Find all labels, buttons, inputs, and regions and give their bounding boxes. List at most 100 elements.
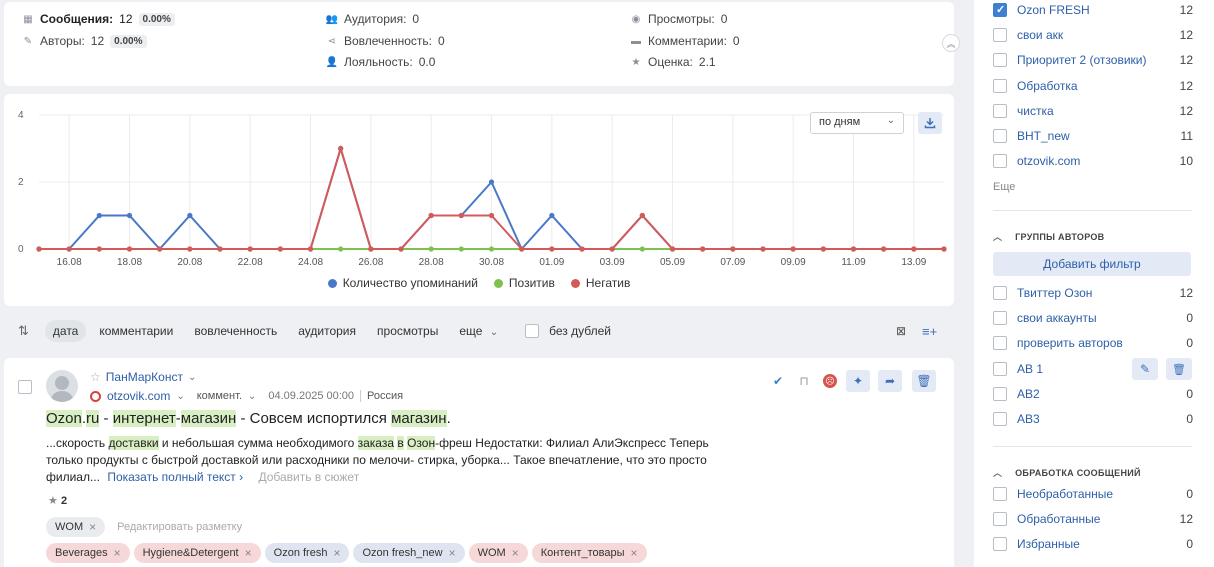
- source-filter-checkbox[interactable]: [993, 28, 1007, 43]
- source-filter-item[interactable]: Приоритет 2 (отзовики) 12: [993, 50, 1193, 70]
- close-icon[interactable]: ×: [89, 520, 96, 534]
- processing-item[interactable]: Избранные 0: [993, 534, 1193, 554]
- sort-by-views[interactable]: просмотры: [369, 320, 446, 342]
- mark-read-button[interactable]: ✔: [766, 370, 790, 392]
- clear-filters-icon[interactable]: ⊠: [896, 324, 906, 338]
- tag-chip[interactable]: Ozon fresh_new ×: [353, 543, 465, 563]
- close-icon[interactable]: ×: [245, 546, 252, 560]
- close-icon[interactable]: ×: [449, 546, 456, 560]
- tag-chip[interactable]: Hygiene&Detergent ×: [133, 543, 261, 563]
- source-filter-item[interactable]: Ozon FRESH 12: [993, 0, 1193, 20]
- edit-group-button[interactable]: ✎: [1132, 358, 1158, 380]
- source-filter-item[interactable]: ВНТ_new 11: [993, 126, 1193, 146]
- legend-item[interactable]: Позитив: [493, 276, 555, 290]
- close-icon[interactable]: ×: [512, 546, 519, 560]
- close-icon[interactable]: ×: [333, 546, 340, 560]
- post-source[interactable]: otzovik.com: [107, 389, 170, 403]
- post-author[interactable]: ПанМарКонст: [106, 370, 183, 384]
- processing-checkbox[interactable]: [993, 537, 1007, 552]
- author-group-item[interactable]: свои аккаунты 0: [993, 308, 1193, 328]
- source-filter-item[interactable]: Обработка 12: [993, 76, 1193, 96]
- markup-row: WOM × Редактировать разметку: [46, 517, 242, 537]
- legend-item[interactable]: Негатив: [570, 276, 630, 290]
- add-to-story-link[interactable]: Добавить в сюжет: [258, 470, 359, 484]
- source-filter-checkbox[interactable]: [993, 53, 1007, 68]
- author-group-item[interactable]: АВ 1: [993, 359, 1193, 379]
- delete-button[interactable]: 🗑: [912, 370, 936, 392]
- author-group-item[interactable]: АВ2 0: [993, 384, 1193, 404]
- stat-views-value: 0: [720, 12, 728, 26]
- sentiment-button[interactable]: ☹: [818, 370, 842, 392]
- favorite-star-icon[interactable]: ☆: [90, 370, 101, 384]
- author-groups-header[interactable]: ︿ ГРУППЫ АВТОРОВ: [993, 230, 1104, 243]
- processing-item[interactable]: Обработанные 12: [993, 509, 1193, 529]
- source-filter-checkbox[interactable]: [993, 103, 1007, 118]
- chevron-down-icon[interactable]: ⌄: [176, 391, 184, 402]
- tag-chip-label: Hygiene&Detergent: [142, 547, 239, 559]
- tag-chip[interactable]: Beverages ×: [46, 543, 130, 563]
- sort-by-date[interactable]: дата: [44, 320, 87, 342]
- show-full-text-link[interactable]: Показать полный текст ›: [107, 470, 243, 484]
- author-group-item[interactable]: АВ3 0: [993, 409, 1193, 429]
- sort-more[interactable]: еще ⌄: [451, 320, 506, 342]
- add-filter-icon[interactable]: ≡+: [922, 324, 937, 339]
- stat-loyalty-value: 0.0: [418, 55, 436, 69]
- pin-button[interactable]: ✦: [846, 370, 870, 392]
- processing-checkbox[interactable]: [993, 512, 1007, 527]
- stat-messages: ▦ Сообщения: 12 0.00%: [22, 12, 175, 26]
- author-group-item[interactable]: Твиттер Озон 12: [993, 283, 1193, 303]
- processing-header[interactable]: ︿ ОБРАБОТКА СООБЩЕНИЙ: [993, 466, 1141, 479]
- source-filter-item[interactable]: otzovik.com 10: [993, 151, 1193, 171]
- share-button[interactable]: ➦: [878, 370, 902, 392]
- processing-checkbox[interactable]: [993, 487, 1007, 501]
- source-filter-checkbox[interactable]: [993, 3, 1007, 17]
- author-group-checkbox[interactable]: [993, 336, 1007, 351]
- nodup-checkbox[interactable]: [525, 324, 540, 338]
- sort-direction-icon[interactable]: ⇅: [18, 323, 29, 339]
- stat-authors-value: 12: [90, 34, 105, 48]
- download-chart-button[interactable]: [918, 112, 942, 134]
- author-group-checkbox[interactable]: [993, 286, 1007, 300]
- legend-item[interactable]: Количество упоминаний: [327, 276, 478, 290]
- post-type[interactable]: коммент.: [197, 390, 242, 402]
- processing-item[interactable]: Необработанные 0: [993, 484, 1193, 504]
- sort-by-comments[interactable]: комментарии: [91, 320, 181, 342]
- data-point: [609, 246, 615, 252]
- bookmark-button[interactable]: ⊓: [792, 370, 816, 392]
- more-link[interactable]: Еще: [993, 181, 1015, 193]
- author-group-label: Твиттер Озон: [1017, 286, 1093, 300]
- post-select-checkbox[interactable]: [18, 380, 32, 394]
- delete-group-button[interactable]: 🗑: [1166, 358, 1192, 380]
- tag-chip[interactable]: Контент_товары ×: [531, 543, 647, 563]
- period-select[interactable]: по дням ⌄: [810, 112, 904, 134]
- author-group-checkbox[interactable]: [993, 412, 1007, 426]
- source-filter-item[interactable]: свои акк 12: [993, 25, 1193, 45]
- post-title[interactable]: Ozon.ru - интернет-магазин - Совсем испо…: [46, 410, 451, 427]
- add-filter-button[interactable]: Добавить фильтр: [993, 252, 1191, 276]
- data-point: [398, 246, 404, 252]
- author-group-item[interactable]: проверить авторов 0: [993, 333, 1193, 353]
- source-filter-checkbox[interactable]: [993, 78, 1007, 93]
- source-filter-checkbox[interactable]: [993, 154, 1007, 169]
- source-filter-item[interactable]: чистка 12: [993, 101, 1193, 121]
- tag-chip[interactable]: WOM ×: [468, 543, 528, 563]
- author-group-checkbox[interactable]: [993, 361, 1007, 376]
- author-group-label: свои аккаунты: [1017, 311, 1097, 326]
- collapse-stats-button[interactable]: ︽: [942, 34, 960, 52]
- stat-engagement-label: Вовлеченность:: [344, 34, 432, 48]
- chevron-down-icon[interactable]: ⌄: [188, 372, 196, 383]
- sort-by-audience[interactable]: аудитория: [290, 320, 364, 342]
- x-tick-label: 16.08: [57, 257, 82, 268]
- sort-by-engagement[interactable]: вовлеченность: [186, 320, 285, 342]
- close-icon[interactable]: ×: [630, 546, 637, 560]
- comment-icon: ▬: [631, 35, 641, 47]
- author-group-checkbox[interactable]: [993, 311, 1007, 326]
- tag-chip[interactable]: Ozon fresh ×: [264, 543, 350, 563]
- markup-tag[interactable]: WOM ×: [46, 517, 106, 537]
- author-group-count: 0: [1186, 311, 1193, 326]
- source-filter-checkbox[interactable]: [993, 129, 1007, 143]
- chevron-down-icon[interactable]: ⌄: [248, 391, 256, 402]
- author-group-checkbox[interactable]: [993, 386, 1007, 401]
- close-icon[interactable]: ×: [114, 546, 121, 560]
- edit-markup-link[interactable]: Редактировать разметку: [117, 521, 242, 533]
